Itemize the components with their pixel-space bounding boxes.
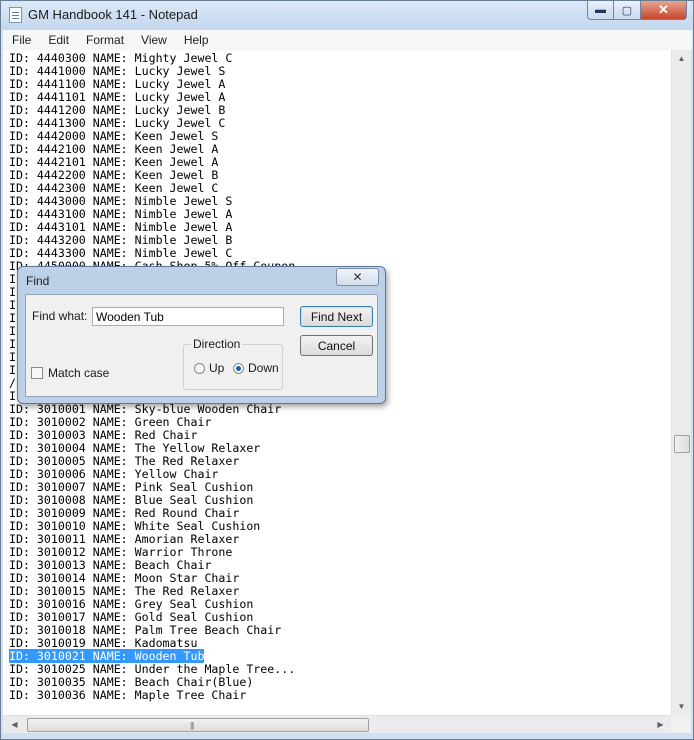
direction-label: Direction [191,337,243,351]
text-line-content: ID: 4441300 NAME: Lucky Jewel C [9,116,226,130]
text-line-content: ID: 3010001 NAME: Sky-blue Wooden Chair [9,402,282,416]
text-line-content: ID: 4443200 NAME: Nimble Jewel B [9,233,233,247]
text-line-content: I [9,389,16,403]
close-icon: ✕ [658,2,669,17]
find-dialog-body: Find what: Find Next Cancel Direction Up… [25,294,378,397]
close-icon: ✕ [352,270,363,284]
menu-format[interactable]: Format [77,30,132,50]
scroll-left-button[interactable]: ◀ [5,716,24,733]
text-line-content: ID: 3010009 NAME: Red Round Chair [9,506,240,520]
minimize-button[interactable]: ▬ [587,1,614,20]
text-line-content: ID: 4440300 NAME: Mighty Jewel C [9,51,233,65]
menu-file[interactable]: File [3,30,39,50]
text-line-content: ID: 4442000 NAME: Keen Jewel S [9,129,219,143]
text-line-content: ID: 3010013 NAME: Beach Chair [9,558,212,572]
scroll-right-button[interactable]: ▶ [651,716,670,733]
menu-view[interactable]: View [132,30,175,50]
text-line-content: I [9,337,16,351]
direction-down-label: Down [248,361,279,375]
menu-bar: File Edit Format View Help [3,30,692,51]
text-line-content: ID: 4442100 NAME: Keen Jewel A [9,142,219,156]
scroll-up-button[interactable]: ▲ [672,50,691,67]
text-line-content: ID: 4442101 NAME: Keen Jewel A [9,155,219,169]
direction-down-radio[interactable] [233,363,244,374]
match-case-checkbox[interactable] [31,367,43,379]
find-dialog-title: Find [26,274,50,288]
text-line-content: ID: 4441200 NAME: Lucky Jewel B [9,103,226,117]
vertical-scroll-thumb[interactable] [674,435,690,453]
text-line-content: ID: 3010008 NAME: Blue Seal Cushion [9,493,254,507]
text-line-content: ID: 3010004 NAME: The Yellow Relaxer [9,441,261,455]
cancel-button[interactable]: Cancel [300,335,373,356]
find-dialog: Find ✕ Find what: Find Next Cancel Direc… [17,266,386,404]
text-line-content: ID: 3010014 NAME: Moon Star Chair [9,571,240,585]
find-dialog-close-button[interactable]: ✕ [336,268,379,286]
maximize-icon: ▢ [621,4,633,17]
text-line-content: I [9,311,16,325]
text-line-content: I [9,285,16,299]
scrollbar-corner [671,715,691,733]
text-line-content: ID: 4442200 NAME: Keen Jewel B [9,168,219,182]
close-button[interactable]: ✕ [641,1,687,20]
menu-edit[interactable]: Edit [39,30,77,50]
horizontal-scroll-thumb[interactable]: ||| [27,718,369,732]
text-line-content: ID: 4441101 NAME: Lucky Jewel A [9,90,226,104]
text-line-content: / [9,376,16,390]
horizontal-scrollbar[interactable]: ◀ ||| ▶ [3,715,671,733]
text-line-content: ID: 3010005 NAME: The Red Relaxer [9,454,240,468]
text-line-content: ID: 3010036 NAME: Maple Tree Chair [9,688,247,702]
find-what-label: Find what: [32,309,88,323]
vertical-scrollbar[interactable]: ▲ ▼ [671,50,691,715]
find-next-button[interactable]: Find Next [300,306,373,327]
text-line-content: I [9,324,16,338]
match-case-label: Match case [48,366,110,380]
text-line-content: I [9,298,16,312]
maximize-button[interactable]: ▢ [614,1,641,20]
text-line-content: ID: 3010015 NAME: The Red Relaxer [9,584,240,598]
text-line-content: ID: 4443100 NAME: Nimble Jewel A [9,207,233,221]
text-line-content: ID: 3010006 NAME: Yellow Chair [9,467,219,481]
text-line-content: ID: 3010003 NAME: Red Chair [9,428,198,442]
text-line-content: ID: 4441100 NAME: Lucky Jewel A [9,77,226,91]
text-line-content: ID: 3010035 NAME: Beach Chair(Blue) [9,675,254,689]
title-bar[interactable]: GM Handbook 141 - Notepad ▬ ▢ ✕ [1,1,693,30]
text-line-content: ID: 4443300 NAME: Nimble Jewel C [9,246,233,260]
menu-help[interactable]: Help [175,30,217,50]
minimize-icon: ▬ [595,4,606,16]
text-line-content: I [9,350,16,364]
direction-up-radio[interactable] [194,363,205,374]
text-line-content: ID: 3010018 NAME: Palm Tree Beach Chair [9,623,282,637]
arrow-right-icon: ▶ [657,720,664,729]
find-what-input[interactable] [92,307,284,326]
text-line-content: ID: 4441000 NAME: Lucky Jewel S [9,64,226,78]
scroll-grip-icon: ||| [190,721,194,730]
text-line: ID: 3010036 NAME: Maple Tree Chair [9,689,295,702]
scroll-down-button[interactable]: ▼ [672,698,691,715]
text-line-content: ID: 3010007 NAME: Pink Seal Cushion [9,480,254,494]
arrow-down-icon: ▼ [677,702,686,711]
text-line-content: ID: 3010002 NAME: Green Chair [9,415,212,429]
text-line-content: ID: 3010017 NAME: Gold Seal Cushion [9,610,254,624]
text-line-content: ID: 3010012 NAME: Warrior Throne [9,545,233,559]
text-line-content: ID: 3010011 NAME: Amorian Relaxer [9,532,240,546]
text-line-content: ID: 3010025 NAME: Under the Maple Tree..… [9,662,296,676]
text-line-content: ID: 3010021 NAME: Wooden Tub [9,649,205,663]
arrow-left-icon: ◀ [11,720,18,729]
text-line-content: ID: 4443000 NAME: Nimble Jewel S [9,194,233,208]
text-line-content: ID: 3010019 NAME: Kadomatsu [9,636,198,650]
caption-buttons: ▬ ▢ ✕ [587,1,687,21]
text-line-content: ID: 3010010 NAME: White Seal Cushion [9,519,261,533]
text-line-content: I [9,363,16,377]
text-line-content: ID: 3010016 NAME: Grey Seal Cushion [9,597,254,611]
notepad-icon [9,7,22,23]
arrow-up-icon: ▲ [677,54,686,63]
window-title: GM Handbook 141 - Notepad [28,7,198,22]
direction-up-label: Up [209,361,225,375]
text-line-content: ID: 4442300 NAME: Keen Jewel C [9,181,219,195]
text-line-content: ID: 4443101 NAME: Nimble Jewel A [9,220,233,234]
notepad-window: GM Handbook 141 - Notepad ▬ ▢ ✕ File Edi… [0,0,694,740]
text-line-content: I [9,272,16,286]
